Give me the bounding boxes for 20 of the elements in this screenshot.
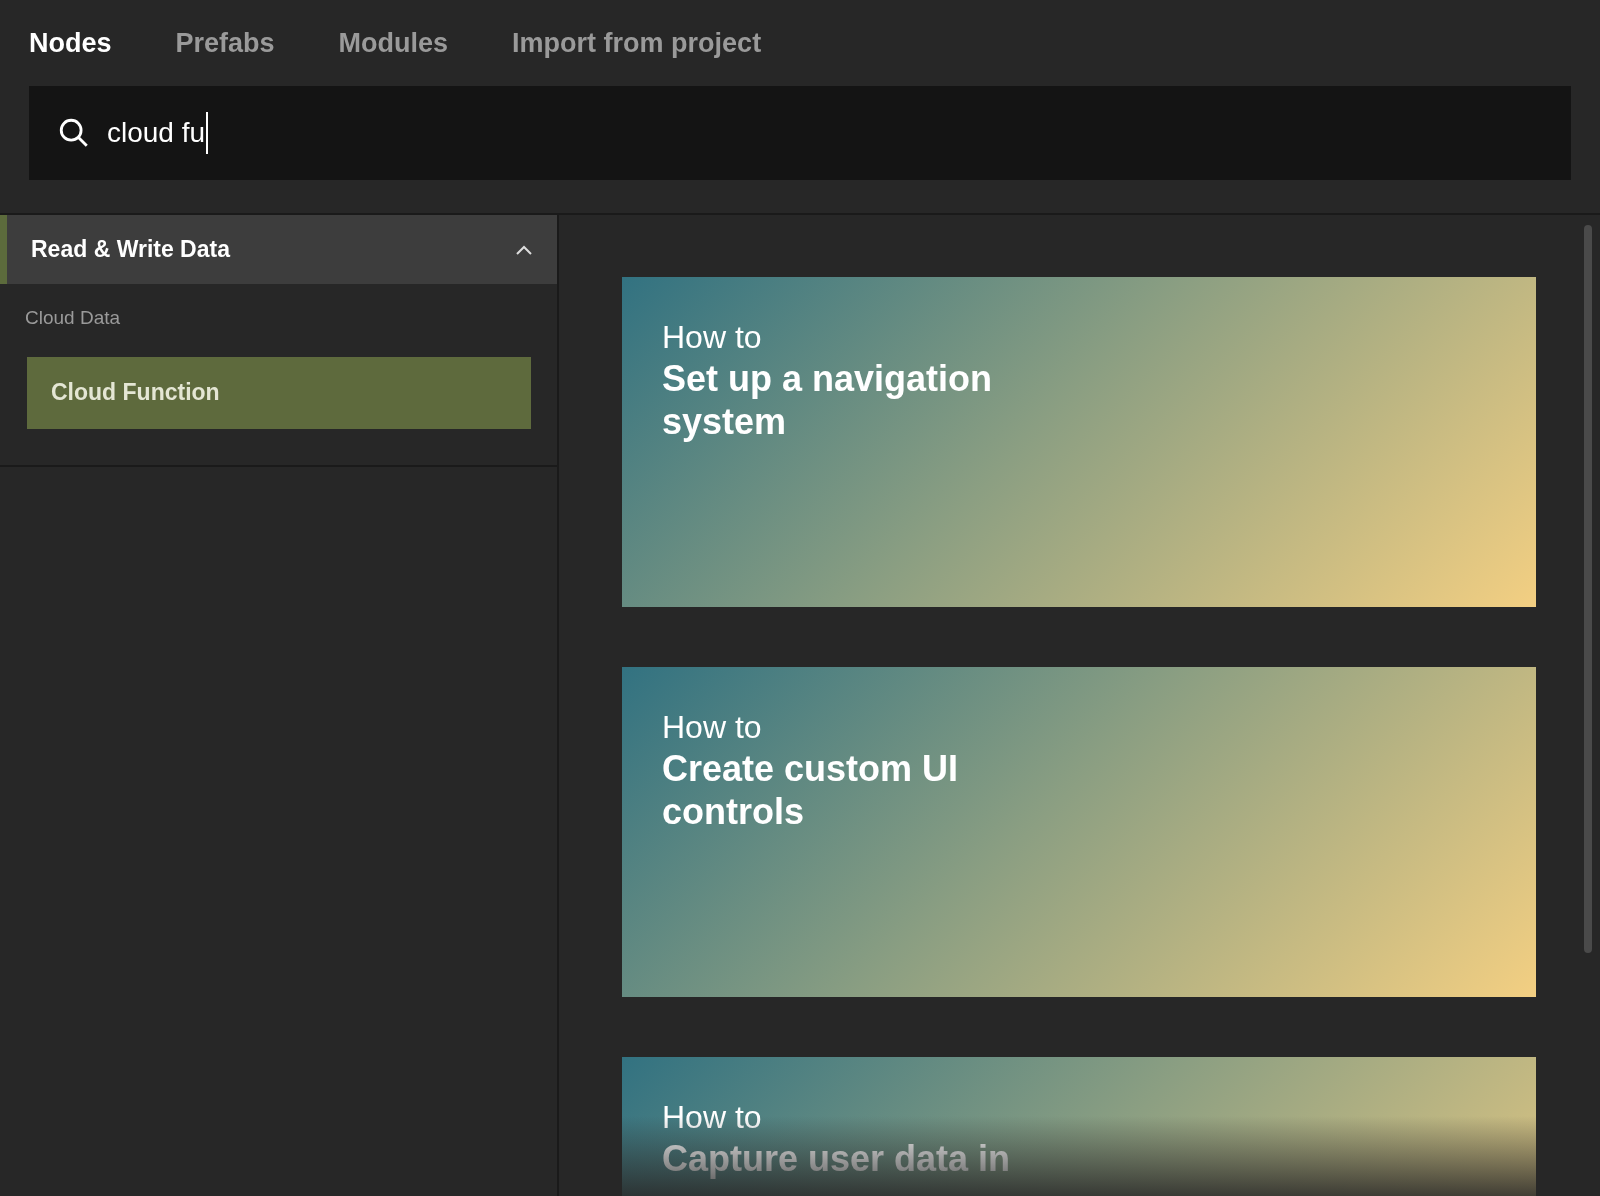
card-prefix: How to bbox=[662, 318, 763, 357]
section-label: Cloud Data bbox=[24, 306, 122, 330]
tab[interactable]: Import from project bbox=[512, 22, 762, 64]
card-prefix: How to bbox=[662, 708, 763, 747]
tutorial-card[interactable]: How to Set up a navigation system bbox=[622, 277, 1536, 607]
card-title: Set up a navigation system bbox=[662, 357, 994, 444]
search-field[interactable]: cloud fu bbox=[29, 86, 1571, 180]
tutorial-card[interactable]: How to Create custom UI controls bbox=[622, 667, 1536, 997]
group-header[interactable]: Read & Write Data bbox=[0, 215, 557, 284]
tab[interactable]: Prefabs bbox=[175, 22, 275, 64]
tutorial-card[interactable]: How to Capture user data in bbox=[622, 1057, 1536, 1196]
tab[interactable]: Nodes bbox=[29, 22, 112, 64]
list-item[interactable]: Cloud Function bbox=[27, 356, 531, 429]
scrollbar[interactable] bbox=[1584, 225, 1592, 953]
card-title: Create custom UI controls bbox=[662, 747, 960, 834]
card-prefix: How to bbox=[662, 1098, 763, 1137]
tab[interactable]: Modules bbox=[338, 22, 449, 64]
search-icon bbox=[57, 116, 91, 150]
card-title: Capture user data in bbox=[662, 1137, 1012, 1181]
chevron-icon bbox=[515, 243, 533, 256]
